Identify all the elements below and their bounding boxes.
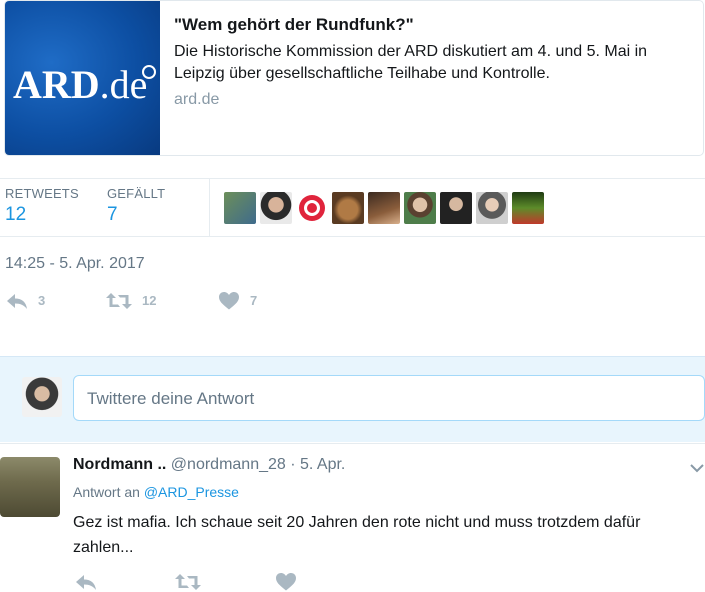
user-avatar — [22, 377, 62, 417]
liker-avatar[interactable] — [224, 192, 256, 224]
tweet-text: Gez ist mafia. Ich schaue seit 20 Jahren… — [73, 514, 641, 556]
tweet-timestamp[interactable]: 14:25 - 5. Apr. 2017 — [5, 255, 145, 273]
reply-icon[interactable] — [75, 573, 175, 592]
liker-avatar[interactable] — [476, 192, 508, 224]
heart-icon[interactable] — [275, 572, 297, 592]
liker-avatar[interactable] — [260, 192, 292, 224]
likes-count: 7 — [107, 204, 118, 225]
heart-icon — [218, 291, 240, 310]
tweet-header: Nordmann .. @nordmann_28 · 5. Apr. — [73, 456, 345, 474]
retweet-icon — [106, 292, 132, 310]
retweet-icon[interactable] — [175, 573, 275, 592]
liker-avatar[interactable] — [296, 192, 328, 224]
card-image-ard-logo: ARD.de — [5, 1, 160, 155]
reply-count: 3 — [38, 293, 46, 308]
likes-label: GEFÄLLT — [107, 186, 166, 201]
reply-action[interactable]: 3 — [6, 292, 106, 310]
like-count: 7 — [250, 293, 258, 308]
reply-tweet[interactable]: Nordmann .. @nordmann_28 · 5. Apr. Antwo… — [0, 443, 705, 592]
card-title: "Wem gehört der Rundfunk?" — [174, 15, 414, 34]
reply-icon — [6, 292, 28, 310]
liker-avatar[interactable] — [512, 192, 544, 224]
likes-stat[interactable]: GEFÄLLT 7 — [107, 186, 165, 226]
liker-avatar[interactable] — [368, 192, 400, 224]
reply-tweet-actions — [75, 572, 297, 592]
tweet-stats: RETWEETS 12 GEFÄLLT 7 — [0, 178, 705, 237]
author-name[interactable]: Nordmann .. — [73, 456, 166, 473]
liker-avatars — [224, 192, 544, 224]
stats-divider — [209, 179, 210, 237]
retweet-count: 12 — [142, 293, 157, 308]
ard-logo: ARD.de — [13, 62, 148, 107]
reply-to-context: Antwort an @ARD_Presse — [73, 484, 239, 500]
reply-input[interactable]: Twittere deine Antwort — [73, 375, 705, 421]
tweet-actions: 3 12 7 — [6, 291, 257, 310]
ard-one-mark-icon — [142, 65, 156, 79]
reply-to-handle-link[interactable]: @ARD_Presse — [144, 484, 239, 500]
chevron-down-icon[interactable] — [690, 460, 704, 478]
retweets-count: 12 — [5, 204, 27, 225]
retweets-label: RETWEETS — [5, 186, 79, 201]
retweets-stat[interactable]: RETWEETS 12 — [5, 186, 79, 226]
liker-avatar[interactable] — [404, 192, 436, 224]
liker-avatar[interactable] — [440, 192, 472, 224]
liker-avatar[interactable] — [332, 192, 364, 224]
author-handle[interactable]: @nordmann_28 — [171, 456, 286, 473]
retweet-action[interactable]: 12 — [106, 292, 218, 310]
tweet-date[interactable]: 5. Apr. — [300, 456, 345, 473]
author-avatar[interactable] — [0, 457, 60, 517]
header-separator: · — [285, 456, 300, 473]
reply-composer: Twittere deine Antwort — [0, 356, 705, 442]
card-description: Die Historische Kommission der ARD disku… — [174, 43, 648, 82]
card-domain: ard.de — [174, 91, 220, 108]
reply-to-label: Antwort an — [73, 484, 144, 500]
link-card[interactable]: ARD.de "Wem gehört der Rundfunk?" Die Hi… — [4, 0, 704, 156]
like-action[interactable]: 7 — [218, 291, 257, 310]
